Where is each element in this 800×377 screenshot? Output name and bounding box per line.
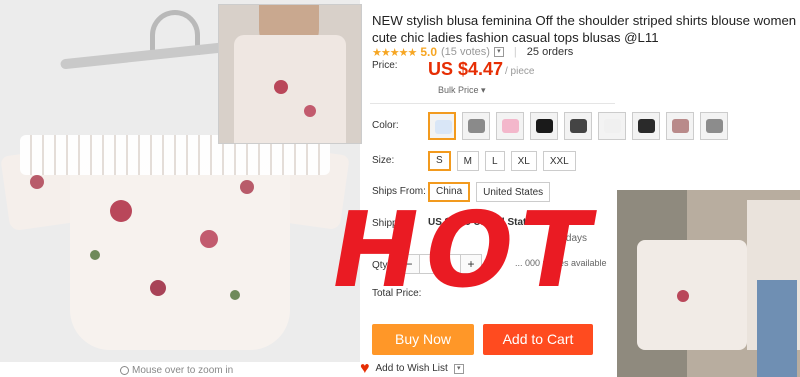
product-photo-model-back[interactable] — [617, 190, 800, 377]
size-options: S M L XL XXL — [428, 151, 576, 171]
color-swatch[interactable] — [530, 112, 558, 140]
floral-print — [304, 105, 316, 117]
star-rating-icon: ★★★★★ — [372, 46, 417, 59]
rating-votes[interactable]: (15 votes) — [441, 46, 490, 58]
floral-print — [30, 175, 44, 189]
color-swatch[interactable] — [496, 112, 524, 140]
bulk-price-link[interactable]: Bulk Price ▾ — [438, 85, 486, 96]
swatch-shirt-icon — [706, 119, 723, 133]
color-label: Color: — [372, 120, 399, 131]
price-unit: / piece — [505, 66, 535, 77]
add-to-wishlist[interactable]: ♥ Add to Wish List ▾ — [360, 359, 464, 377]
chevron-down-icon[interactable]: ▾ — [493, 47, 504, 57]
magnifier-icon — [120, 366, 129, 375]
color-swatch[interactable] — [564, 112, 592, 140]
rating-row: ★★★★★ 5.0 (15 votes) ▾ | 25 orders — [372, 45, 573, 59]
zoom-hint-text: Mouse over to zoom in — [132, 365, 234, 376]
divider — [370, 103, 615, 104]
model-jeans — [757, 280, 797, 377]
swatch-shirt-icon — [468, 119, 485, 133]
product-photo-model-front[interactable] — [218, 4, 362, 144]
model-blouse — [637, 240, 747, 350]
heart-icon: ♥ — [360, 359, 370, 377]
swatch-shirt-icon — [604, 119, 621, 133]
swatch-shirt-icon — [536, 119, 553, 133]
size-option-m[interactable]: M — [456, 151, 480, 171]
color-swatch[interactable] — [462, 112, 490, 140]
size-option-xl[interactable]: XL — [510, 151, 537, 171]
color-swatches — [428, 112, 728, 140]
floral-print — [150, 280, 166, 296]
order-count: 25 orders — [526, 46, 574, 58]
color-swatch[interactable] — [428, 112, 456, 140]
swatch-shirt-icon — [672, 119, 689, 133]
swatch-shirt-icon — [435, 120, 452, 134]
wishlist-label: Add to Wish List — [375, 363, 448, 374]
leaf-print — [90, 250, 100, 260]
size-option-xxl[interactable]: XXL — [542, 151, 576, 171]
size-option-l[interactable]: L — [485, 151, 505, 171]
product-title: NEW stylish blusa feminina Off the shoul… — [372, 13, 797, 45]
blouse-body — [70, 160, 290, 350]
floral-print — [110, 200, 132, 222]
model-blouse — [234, 35, 346, 143]
swatch-shirt-icon — [570, 119, 587, 133]
swatch-shirt-icon — [502, 119, 519, 133]
add-to-cart-button[interactable]: Add to Cart — [483, 324, 593, 355]
swatch-shirt-icon — [638, 119, 655, 133]
floral-print — [274, 80, 288, 94]
size-label: Size: — [372, 155, 395, 166]
size-option-s[interactable]: S — [428, 151, 451, 171]
zoom-hint: Mouse over to zoom in — [120, 365, 233, 376]
price-value: US $4.47 — [428, 59, 504, 79]
color-swatch[interactable] — [598, 112, 626, 140]
floral-print — [200, 230, 218, 248]
floral-print — [240, 180, 254, 194]
chevron-down-icon[interactable]: ▾ — [453, 363, 464, 374]
divider: | — [513, 46, 517, 58]
hot-overlay-text: HOT — [321, 189, 608, 311]
rating-score: 5.0 — [420, 45, 437, 59]
color-swatch[interactable] — [700, 112, 728, 140]
price-label: Price: — [372, 60, 398, 71]
leaf-print — [230, 290, 240, 300]
color-swatch[interactable] — [632, 112, 660, 140]
buy-now-button[interactable]: Buy Now — [372, 324, 474, 355]
color-swatch[interactable] — [666, 112, 694, 140]
floral-print — [677, 290, 689, 302]
